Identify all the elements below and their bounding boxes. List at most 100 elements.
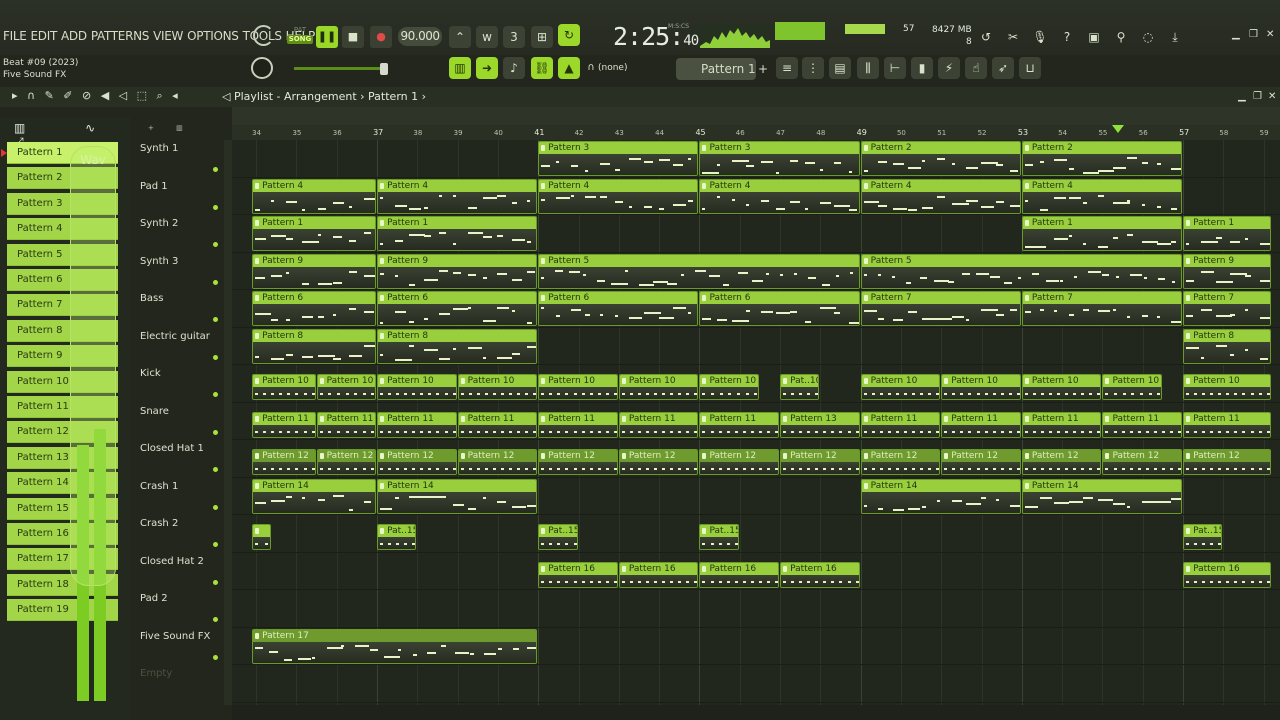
- pattern-clip[interactable]: Pattern 11: [618, 411, 699, 438]
- menu-item-options[interactable]: OPTIONS: [187, 29, 239, 43]
- track-mute-icon[interactable]: [213, 429, 218, 435]
- pattern-clip[interactable]: Pattern 10: [699, 374, 759, 400]
- pattern-clip[interactable]: Pattern 4: [538, 178, 699, 214]
- pattern-clip[interactable]: Pattern 7: [860, 291, 1021, 326]
- pattern-clip[interactable]: Pat..15: [1183, 524, 1223, 550]
- plugin-icon[interactable]: ⚲: [1110, 26, 1132, 48]
- tempo-display[interactable]: 90.000: [398, 27, 442, 46]
- pattern-clip[interactable]: Pattern 12: [860, 449, 941, 475]
- restore-icon[interactable]: ❐: [1249, 29, 1258, 40]
- pattern-clip[interactable]: Pattern 6: [377, 291, 538, 326]
- pattern-clip[interactable]: Pattern 12: [699, 449, 780, 475]
- pattern-clip[interactable]: Pattern 13: [780, 411, 860, 438]
- cart-icon[interactable]: ⊔: [1019, 57, 1041, 79]
- pattern-clip[interactable]: Pattern 10: [252, 374, 316, 400]
- cpu-knob-icon[interactable]: [253, 25, 274, 46]
- link-icon[interactable]: ⛓: [531, 57, 553, 79]
- pattern-clip[interactable]: Pattern 16: [699, 561, 780, 588]
- pattern-clip[interactable]: Pattern 11: [1183, 411, 1271, 438]
- pattern-clip[interactable]: Pattern 14: [377, 478, 538, 514]
- pattern-clip[interactable]: Pattern 4: [699, 178, 860, 214]
- browser-icon[interactable]: ⊢: [884, 57, 906, 79]
- master-volume-handle[interactable]: [380, 63, 388, 75]
- pattern-clip[interactable]: Pattern 14: [860, 478, 1021, 514]
- pattern-clip[interactable]: Pat..10: [780, 374, 820, 400]
- pattern-clip[interactable]: Pattern 12: [1021, 449, 1102, 475]
- plug-icon[interactable]: ⚡: [938, 57, 960, 79]
- pattern-clip[interactable]: Pattern 11: [941, 411, 1021, 438]
- pattern-clip[interactable]: Pattern 6: [252, 291, 377, 326]
- menu-item-view[interactable]: VIEW: [153, 29, 183, 43]
- track-selector-strip[interactable]: [224, 140, 232, 705]
- pattern-clip[interactable]: Pattern 12: [1183, 449, 1271, 475]
- loop-record-icon[interactable]: ↻: [558, 24, 580, 46]
- track-mute-icon[interactable]: [213, 242, 218, 247]
- pattern-clip[interactable]: Pattern 2: [860, 141, 1021, 176]
- track-lane[interactable]: [232, 590, 1280, 628]
- arrow-tool-icon[interactable]: ➜: [476, 57, 498, 79]
- track-mute-icon[interactable]: [213, 617, 218, 622]
- pattern-clip[interactable]: Pattern 12: [377, 449, 457, 475]
- pattern-clip[interactable]: Pattern 4: [860, 178, 1021, 214]
- pattern-clip[interactable]: Pattern 11: [1021, 411, 1102, 438]
- pattern-clip[interactable]: Pattern 11: [860, 411, 941, 438]
- snap-select[interactable]: (none): [598, 63, 627, 73]
- pattern-clip[interactable]: Pattern 10: [1102, 374, 1162, 400]
- arrangement-overview[interactable]: [232, 107, 1280, 125]
- save-icon[interactable]: ▣: [1083, 26, 1105, 48]
- pattern-clip[interactable]: Pattern 5: [538, 253, 860, 289]
- menu-item-edit[interactable]: EDIT: [31, 29, 58, 43]
- pattern-clip[interactable]: Pattern 12: [618, 449, 699, 475]
- pattern-clip[interactable]: Pattern 1: [377, 216, 538, 251]
- stop-button[interactable]: ■: [342, 26, 364, 48]
- close-icon[interactable]: ✕: [1266, 29, 1274, 40]
- master-pitch-knob-icon[interactable]: [251, 57, 273, 79]
- help-icon[interactable]: ?: [1056, 26, 1078, 48]
- pattern-clip[interactable]: Pattern 12: [780, 449, 860, 475]
- track-mute-icon[interactable]: [213, 317, 218, 322]
- pattern-clip[interactable]: Pattern 1: [1021, 216, 1183, 251]
- pattern-clip[interactable]: Pattern 12: [252, 449, 316, 475]
- pattern-clip[interactable]: Pattern 10: [457, 374, 538, 400]
- pattern-clip[interactable]: Pattern 16: [538, 561, 618, 588]
- pattern-clip[interactable]: Pattern 14: [1021, 478, 1183, 514]
- track-mute-icon[interactable]: [213, 504, 218, 510]
- undo-icon[interactable]: ↺: [975, 26, 997, 48]
- track-lane[interactable]: [232, 665, 1280, 703]
- playlist-minimize-icon[interactable]: ▁: [1238, 91, 1246, 102]
- horizontal-scrollbar[interactable]: [232, 705, 1280, 720]
- pattern-clip[interactable]: Pat..15: [377, 524, 417, 550]
- pattern-clip[interactable]: Pattern 2: [1021, 141, 1183, 176]
- pattern-clip[interactable]: Pattern 6: [699, 291, 860, 326]
- play-button[interactable]: ❚❚: [316, 26, 338, 48]
- pattern-clip[interactable]: Pattern 17: [252, 628, 538, 664]
- pattern-selector[interactable]: Pattern 1: [676, 58, 756, 80]
- pattern-clip[interactable]: Pattern 12: [316, 449, 377, 475]
- pattern-clip[interactable]: Pattern 16: [1183, 561, 1271, 588]
- pattern-clip[interactable]: Pattern 10: [316, 374, 377, 400]
- minimize-icon[interactable]: ▁: [1232, 29, 1240, 40]
- master-volume-slider[interactable]: [294, 67, 386, 70]
- add-pattern-icon[interactable]: +: [757, 58, 769, 80]
- pattern-clip[interactable]: [252, 524, 272, 550]
- mixer-icon[interactable]: ⫼: [857, 57, 879, 79]
- stamp-icon[interactable]: ▲: [558, 57, 580, 79]
- pattern-clip[interactable]: Pattern 12: [457, 449, 538, 475]
- pattern-clip[interactable]: Pattern 11: [457, 411, 538, 438]
- pattern-clip[interactable]: Pattern 10: [618, 374, 699, 400]
- pattern-clip[interactable]: Pattern 10: [1021, 374, 1102, 400]
- pattern-clip[interactable]: Pattern 10: [377, 374, 457, 400]
- pattern-clip[interactable]: Pattern 10: [860, 374, 941, 400]
- magnet-icon[interactable]: ∩: [584, 61, 598, 75]
- pattern-clip[interactable]: Pattern 10: [1183, 374, 1271, 400]
- track-mute-icon[interactable]: [213, 654, 218, 660]
- mic-icon[interactable]: 🎙: [1029, 26, 1051, 48]
- download-icon[interactable]: ⤓: [1164, 26, 1186, 48]
- pattern-clip[interactable]: Pattern 9: [377, 253, 538, 289]
- playlist-restore-icon[interactable]: ❐: [1253, 91, 1262, 102]
- pattern-clip[interactable]: Pattern 7: [1183, 291, 1271, 326]
- pattern-clip[interactable]: Pattern 7: [1021, 291, 1183, 326]
- wait-input-icon[interactable]: ᴡ: [476, 26, 498, 48]
- pattern-clip[interactable]: Pattern 8: [1183, 328, 1271, 364]
- track-mute-icon[interactable]: [213, 354, 218, 360]
